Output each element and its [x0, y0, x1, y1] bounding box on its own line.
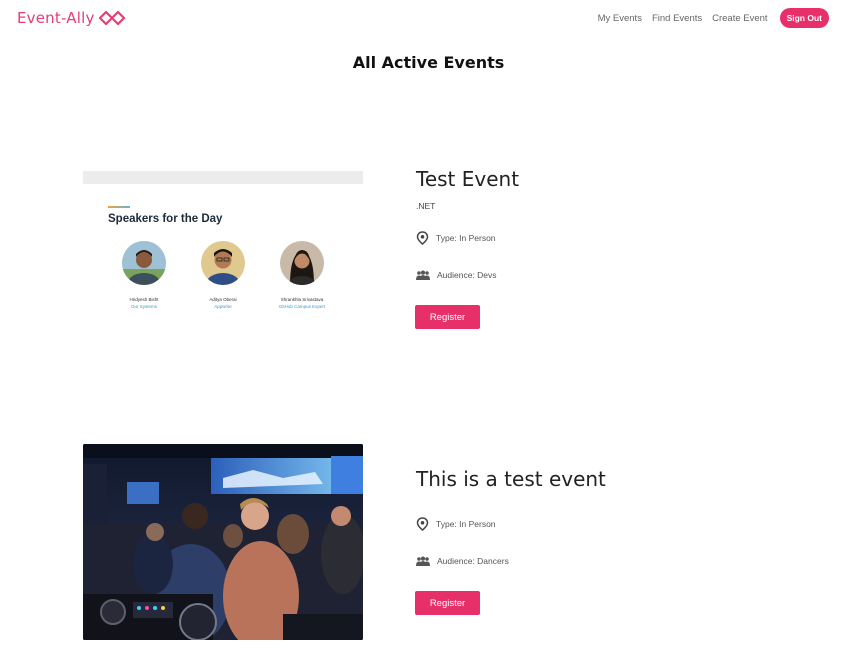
event-audience: Audience: Dancers: [416, 556, 509, 566]
dj-party-photo: [83, 444, 363, 640]
location-pin-icon: [416, 517, 429, 531]
brand-logo[interactable]: Event-Ally: [17, 9, 125, 27]
event-title: This is a test event: [416, 467, 606, 491]
event-type: Type: In Person: [416, 231, 496, 245]
audience-group-icon: [416, 270, 430, 280]
speaker-card: Hridyesh Bisht Our Systems: [104, 241, 184, 309]
speaker-card: Aditya Oberai Appwrite: [183, 241, 263, 309]
speaker-name: Shrankhla Srivastava: [280, 297, 324, 302]
event-subtitle: .NET: [416, 201, 436, 211]
page-title: All Active Events: [352, 53, 505, 72]
event-type-label: Type: In Person: [436, 519, 496, 529]
event-image: [83, 444, 363, 640]
nav-find-events[interactable]: Find Events: [652, 13, 702, 24]
event-audience: Audience: Devs: [416, 270, 497, 280]
speaker-role: Appwrite: [214, 304, 232, 309]
heading-accent-line: [108, 206, 130, 208]
speaker-card: Shrankhla Srivastava GitHub Campus Exper…: [262, 241, 342, 309]
event-audience-label: Audience: Devs: [437, 270, 497, 280]
speaker-name: Aditya Oberai: [209, 297, 237, 302]
nav-create-event[interactable]: Create Event: [712, 13, 767, 24]
speaker-role: Our Systems: [130, 304, 157, 309]
brand-name: Event-Ally: [17, 9, 95, 27]
speaker-name: Hridyesh Bisht: [129, 297, 159, 302]
speaker-role: GitHub Campus Expert: [278, 304, 326, 309]
image-top-bar: [83, 171, 363, 184]
event-title: Test Event: [416, 167, 520, 191]
nav-links: My Events Find Events Create Event Sign …: [598, 8, 829, 28]
speaker-avatar: [122, 241, 166, 285]
speakers-heading: Speakers for the Day: [108, 213, 223, 225]
speaker-avatar: [201, 241, 245, 285]
top-navbar: Event-Ally My Events Find Events Create …: [0, 0, 857, 40]
event-type-label: Type: In Person: [436, 233, 496, 243]
event-image: Speakers for the Day Hridyesh Bisht Our …: [83, 171, 363, 351]
event-audience-label: Audience: Dancers: [437, 556, 509, 566]
event-type: Type: In Person: [416, 517, 496, 531]
speaker-avatar: [280, 241, 324, 285]
sign-out-button[interactable]: Sign Out: [779, 8, 829, 28]
audience-group-icon: [416, 556, 430, 566]
location-pin-icon: [416, 231, 429, 245]
linked-rings-icon: [98, 10, 125, 26]
register-button[interactable]: Register: [415, 305, 480, 329]
nav-my-events[interactable]: My Events: [598, 13, 642, 24]
register-button[interactable]: Register: [415, 591, 480, 615]
